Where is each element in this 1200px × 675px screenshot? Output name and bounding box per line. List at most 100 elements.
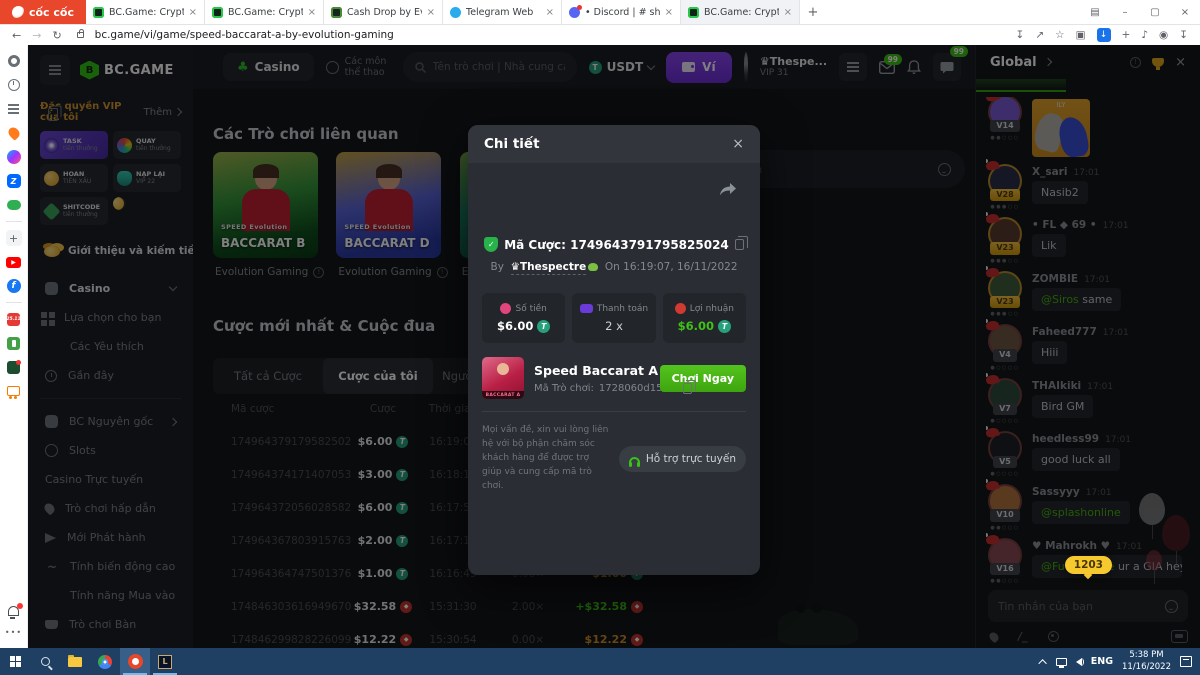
settings-gear-icon[interactable] xyxy=(6,53,22,69)
window-maximize-button[interactable]: ▢ xyxy=(1140,7,1170,18)
modal-close-icon[interactable]: × xyxy=(732,137,744,151)
window-controls: ▤ – ▢ × xyxy=(1080,0,1200,24)
game-thumbnail[interactable]: BACCARAT A xyxy=(482,357,524,399)
downloads-tray-icon[interactable]: ↧ xyxy=(1179,29,1188,41)
tab-title: • Discord | # show-off-you xyxy=(585,7,660,18)
url-text[interactable]: bc.game/vi/game/speed-baccarat-a-by-evol… xyxy=(95,29,394,41)
language-indicator[interactable]: ENG xyxy=(1091,656,1113,667)
network-icon[interactable] xyxy=(1056,658,1067,666)
league-of-legends-icon[interactable]: L xyxy=(150,648,180,675)
download-active-icon[interactable]: ↓ xyxy=(1097,28,1111,42)
stat-label: Thanh toán xyxy=(597,304,648,314)
messenger-icon[interactable] xyxy=(6,149,22,165)
games-icon[interactable] xyxy=(6,197,22,213)
game-name: Speed Baccarat A xyxy=(534,363,650,378)
reload-button[interactable]: ↻ xyxy=(52,30,61,41)
facebook-icon[interactable]: f xyxy=(6,278,22,294)
taskbar-clock[interactable]: 5:38 PM11/16/2022 xyxy=(1122,650,1171,673)
more-options-icon[interactable]: ••• xyxy=(6,624,22,640)
new-tab-button[interactable]: + xyxy=(800,0,826,24)
coccoc-menu-button[interactable]: cốc cốc xyxy=(0,0,86,24)
coin-icon xyxy=(718,320,731,333)
live-support-button[interactable]: Hỗ trợ trực tuyến xyxy=(619,446,746,472)
tab-close-icon[interactable]: × xyxy=(784,7,792,18)
modal-title: Chi tiết xyxy=(484,136,540,152)
chrome-icon[interactable] xyxy=(90,648,120,675)
player-name[interactable]: ♛Thespectre xyxy=(511,261,587,275)
coccoc-taskbar-icon[interactable] xyxy=(120,648,150,675)
media-control-icon[interactable]: ♪ xyxy=(1141,29,1148,41)
save-page-icon[interactable]: ↧ xyxy=(1016,29,1025,41)
start-button[interactable] xyxy=(0,648,30,675)
youtube-icon[interactable]: ▶ xyxy=(6,254,22,270)
stat-card: Lợi nhuận $6.00 xyxy=(663,293,746,343)
address-bar-actions: ↧ ↗ ☆ ▣ ↓ + ♪ ◉ ↧ xyxy=(1016,28,1188,42)
copy-icon[interactable] xyxy=(683,383,692,394)
window-minimize-button[interactable]: – xyxy=(1110,7,1140,18)
bet-details-modal: Chi tiết × ✓ Mã Cược: 174964379179582502… xyxy=(468,125,760,575)
tab-title: BC.Game: Crypto Casino Gam xyxy=(704,7,779,18)
window-close-button[interactable]: × xyxy=(1170,7,1200,18)
copy-icon[interactable] xyxy=(735,239,744,250)
tab-close-icon[interactable]: × xyxy=(665,7,673,18)
history-icon[interactable] xyxy=(6,77,22,93)
back-button[interactable]: ← xyxy=(12,30,21,41)
adblock-shield-icon[interactable]: ▣ xyxy=(1076,29,1086,41)
file-explorer-icon[interactable] xyxy=(60,648,90,675)
frog-icon xyxy=(588,263,598,271)
browser-tab[interactable]: BC.Game: Crypto Casino Gam × xyxy=(681,0,800,24)
forward-button[interactable]: → xyxy=(32,30,41,41)
action-center-icon[interactable] xyxy=(1180,656,1192,667)
shopping-cart-icon[interactable] xyxy=(6,383,22,399)
browser-tab[interactable]: BC.Game: Crypto Casino Gam × xyxy=(205,0,324,24)
browser-address-bar: ← → ↻ bc.game/vi/game/speed-baccarat-a-b… xyxy=(0,25,1200,45)
tab-close-icon[interactable]: × xyxy=(189,7,197,18)
system-tray: ENG 5:38 PM11/16/2022 xyxy=(1041,650,1200,673)
lock-icon xyxy=(77,32,84,38)
browser-tab[interactable]: BC.Game: Crypto Casino Gam × xyxy=(86,0,205,24)
add-shortcut-icon[interactable]: + xyxy=(6,230,22,246)
support-note: Mọi vấn đề, xin vui lòng liên hệ với bộ … xyxy=(482,424,609,494)
tab-close-icon[interactable]: × xyxy=(427,7,435,18)
zalo-icon[interactable]: Z xyxy=(6,173,22,189)
stat-icon xyxy=(500,303,511,314)
windows-taskbar: L ENG 5:38 PM11/16/2022 xyxy=(0,648,1200,675)
reading-list-icon[interactable] xyxy=(6,101,22,117)
notifications-bell-icon[interactable] xyxy=(6,600,22,616)
coccoc-logo-icon xyxy=(12,6,25,19)
stat-card: Số tiền $6.00 xyxy=(482,293,565,343)
bookmark-star-icon[interactable]: ☆ xyxy=(1055,29,1064,41)
browser-tab[interactable]: Telegram Web × xyxy=(443,0,562,24)
tab-title: BC.Game: Crypto Casino Gam xyxy=(109,7,184,18)
extensions-icon[interactable]: + xyxy=(1122,29,1131,41)
hot-trends-icon[interactable] xyxy=(6,125,22,141)
sidebar-divider xyxy=(6,302,22,303)
taskbar-search-icon[interactable] xyxy=(30,648,60,675)
battery-saver-icon[interactable] xyxy=(6,335,22,351)
stat-value: $6.00 xyxy=(497,319,533,333)
play-now-button[interactable]: Chơi Ngay xyxy=(660,365,746,392)
browser-tab-bar: cốc cốc BC.Game: Crypto Casino Gam × BC.… xyxy=(0,0,1200,25)
browser-tab[interactable]: Cash Drop by Evolution! Wor × xyxy=(324,0,443,24)
hidden-icons-chevron[interactable] xyxy=(1038,659,1046,667)
coccoc-brand-label: cốc cốc xyxy=(29,6,74,19)
share-arrow-icon xyxy=(720,183,736,196)
stat-icon xyxy=(675,303,686,314)
chat-unread-count[interactable]: 1203 xyxy=(1065,556,1112,574)
profile-icon[interactable]: ◉ xyxy=(1159,29,1168,41)
bet-datetime: 16:19:07, 16/11/2022 xyxy=(623,261,737,273)
coin-icon xyxy=(537,320,550,333)
game-summary-row: BACCARAT A Speed Baccarat A Mã Trò chơi:… xyxy=(482,357,746,412)
shop-sale-icon[interactable]: 25.11 xyxy=(6,311,22,327)
study-icon[interactable] xyxy=(6,359,22,375)
tab-close-icon[interactable]: × xyxy=(308,7,316,18)
volume-icon[interactable] xyxy=(1076,658,1082,666)
stat-value: 2 x xyxy=(605,319,623,333)
tab-layout-icon[interactable]: ▤ xyxy=(1080,7,1110,18)
tab-close-icon[interactable]: × xyxy=(546,7,554,18)
browser-sidebar: Z + ▶ f 25.11 ••• xyxy=(0,45,28,648)
browser-tab[interactable]: • Discord | # show-off-you × xyxy=(562,0,681,24)
tab-favicon xyxy=(331,7,342,18)
share-button[interactable] xyxy=(720,183,736,196)
share-icon[interactable]: ↗ xyxy=(1035,29,1044,41)
